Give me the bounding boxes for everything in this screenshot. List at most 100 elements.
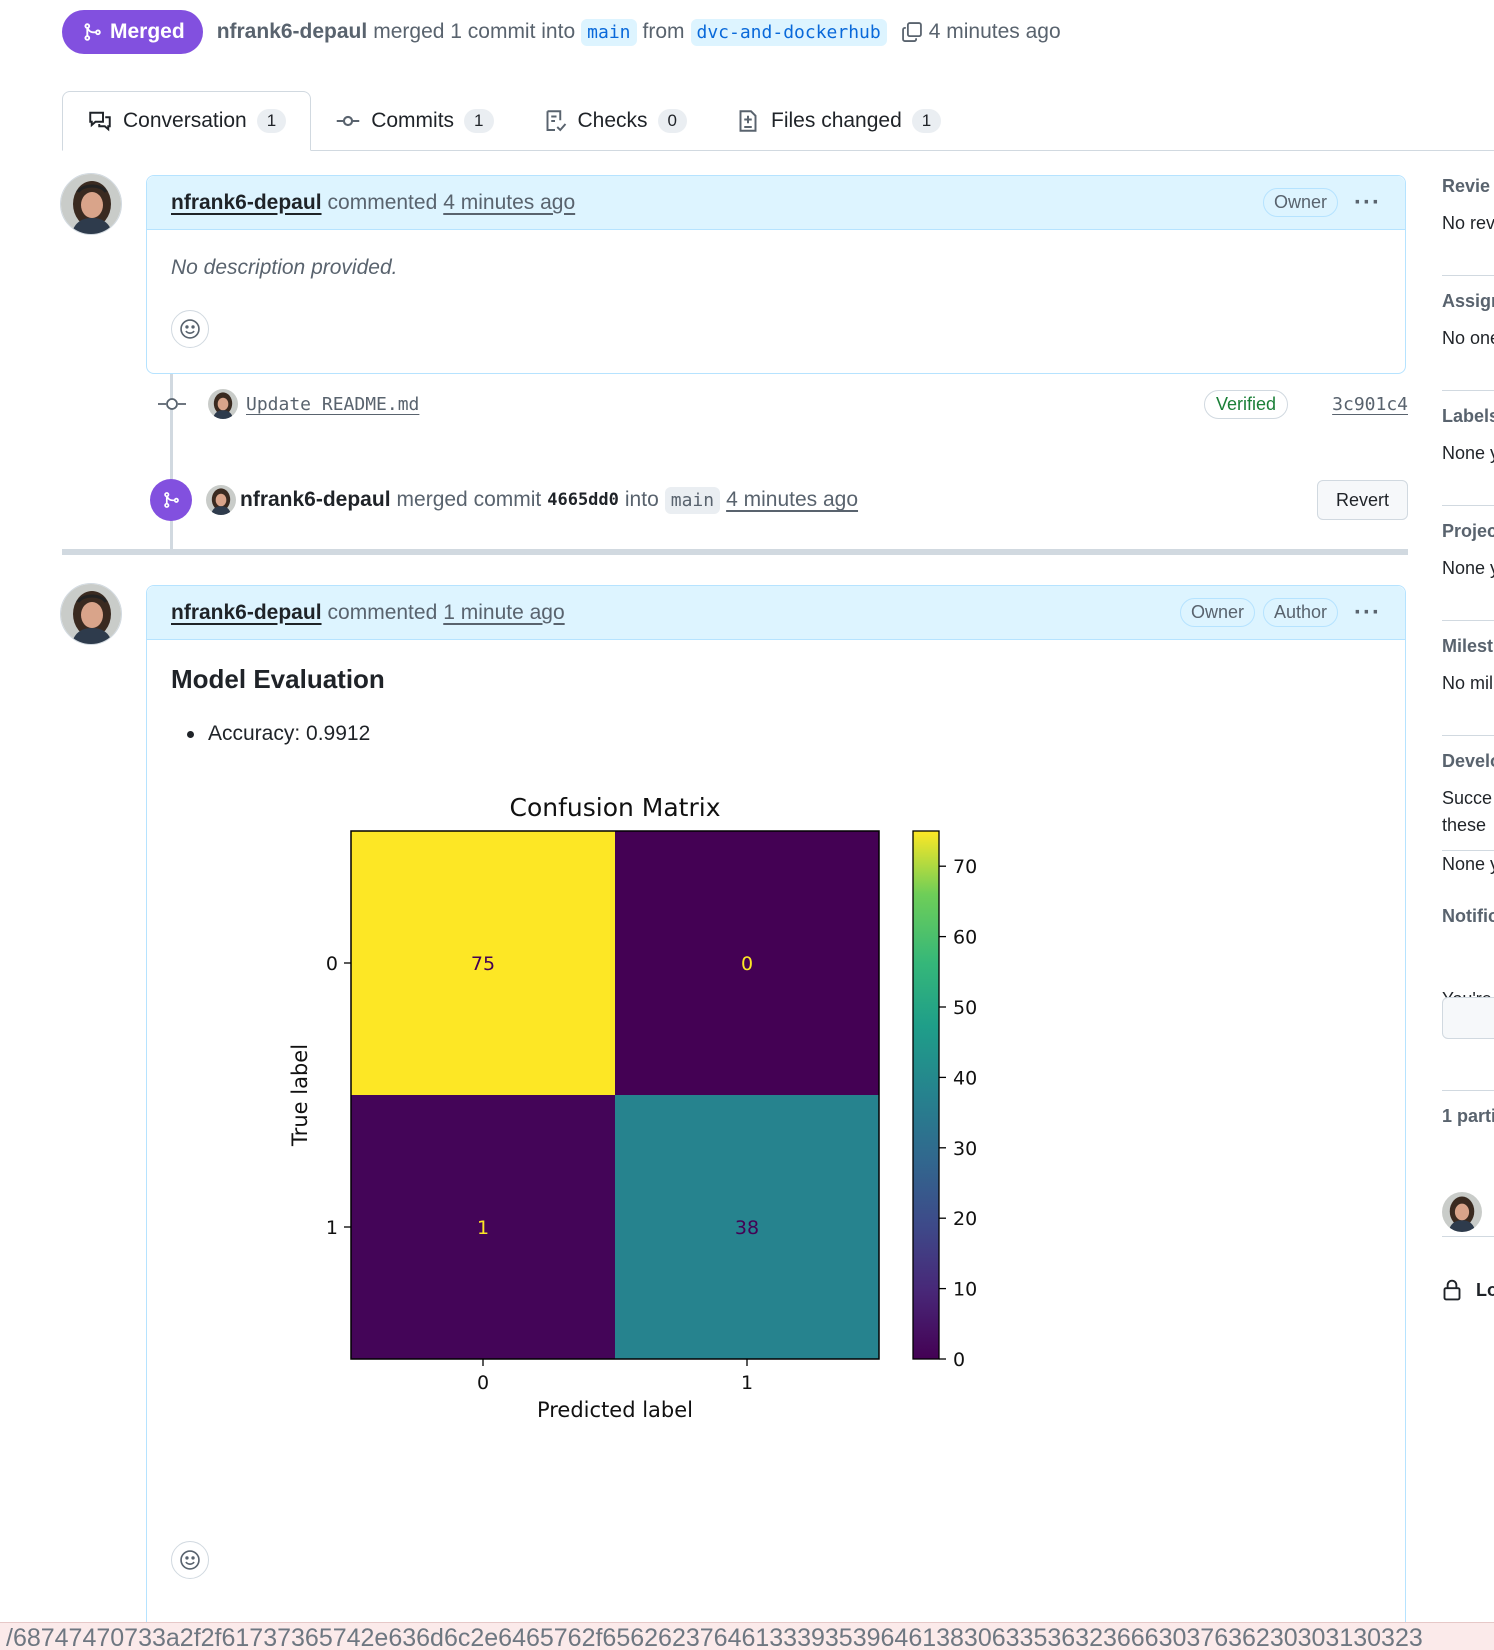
comment-header: nfrank6-depaul commented 4 minutes ago O… bbox=[147, 176, 1405, 230]
smiley-icon bbox=[180, 319, 200, 339]
sidebar-section-title[interactable]: Develo bbox=[1442, 751, 1494, 772]
sidebar-section-text: Succe bbox=[1442, 788, 1493, 808]
owner-badge: Owner bbox=[1263, 188, 1339, 217]
comment-author-link[interactable]: nfrank6-depaul bbox=[171, 601, 322, 625]
tab-commits-count: 1 bbox=[464, 108, 494, 133]
colorbar-tick-label: 60 bbox=[953, 927, 977, 949]
tab-conversation-count: 1 bbox=[256, 109, 287, 133]
sidebar-divider bbox=[1442, 735, 1494, 736]
accuracy-text: Accuracy: 0.9912 bbox=[208, 722, 371, 745]
x-tick-label: 1 bbox=[741, 1372, 753, 1394]
comment-time-link[interactable]: 1 minute ago bbox=[443, 601, 564, 625]
lock-label: Lo bbox=[1476, 1279, 1494, 1300]
cell-value-label: 1 bbox=[477, 1217, 489, 1239]
copy-icon[interactable] bbox=[901, 20, 923, 44]
checklist-icon bbox=[546, 109, 566, 131]
revert-button[interactable]: Revert bbox=[1316, 480, 1408, 520]
merge-event-badge bbox=[150, 479, 192, 521]
kebab-menu-icon[interactable]: ··· bbox=[1354, 599, 1381, 627]
pr-author-link[interactable]: nfrank6-depaul bbox=[217, 20, 368, 44]
sidebar-divider bbox=[1442, 1236, 1494, 1237]
sidebar-section[interactable]: Develo Succe these None y bbox=[1442, 751, 1494, 881]
kebab-menu-icon[interactable]: ··· bbox=[1354, 189, 1381, 217]
participant-avatar[interactable] bbox=[1442, 1192, 1482, 1232]
avatar-image bbox=[208, 389, 238, 419]
y-axis-label: True label bbox=[288, 1044, 312, 1147]
sidebar-section-title[interactable]: Assign bbox=[1442, 291, 1494, 312]
merge-commit-sha[interactable]: 4665dd0 bbox=[547, 490, 619, 510]
commit-author-avatar[interactable] bbox=[208, 389, 238, 419]
confusion-matrix-chart: Confusion Matrix75 01 380 101Predicted labe… bbox=[288, 793, 977, 1422]
tab-checks-count: 0 bbox=[657, 108, 688, 133]
commit-message-link[interactable]: Update README.md bbox=[246, 394, 419, 415]
avatar-image bbox=[61, 174, 121, 234]
add-reaction-button[interactable] bbox=[171, 1541, 209, 1579]
merge-event-text: merged commit bbox=[396, 488, 542, 511]
sidebar-section-title[interactable]: Revie bbox=[1442, 176, 1494, 197]
colorbar-tick-label: 50 bbox=[953, 997, 977, 1019]
sidebar-section-title[interactable]: Labels bbox=[1442, 406, 1494, 427]
sidebar-section-title[interactable]: Notific bbox=[1442, 906, 1494, 927]
pr-tabs: Conversation 1 Commits 1 Checks 0 Files … bbox=[62, 91, 1494, 151]
avatar-image bbox=[61, 584, 121, 644]
sidebar-section-text: None y bbox=[1442, 854, 1494, 874]
state-label: Merged bbox=[110, 20, 185, 43]
add-reaction-button[interactable] bbox=[171, 310, 209, 348]
sidebar-section[interactable]: Revie No rev bbox=[1442, 176, 1494, 240]
y-tick-label: 0 bbox=[326, 953, 338, 975]
sidebar-section[interactable]: Assign No one bbox=[1442, 291, 1494, 355]
sidebar-divider bbox=[1442, 505, 1494, 506]
colorbar-tick-label: 30 bbox=[953, 1138, 977, 1160]
sidebar-section[interactable]: Labels None y bbox=[1442, 406, 1494, 470]
merge-author-avatar[interactable] bbox=[206, 485, 236, 515]
sidebar-section-title[interactable]: Projec bbox=[1442, 521, 1494, 542]
verified-badge[interactable]: Verified bbox=[1203, 389, 1288, 419]
avatar[interactable] bbox=[60, 583, 122, 645]
sidebar: RevieNo revAssignNo oneLabelsNone yProje… bbox=[1442, 0, 1494, 1622]
sidebar-section[interactable]: Milest No mil bbox=[1442, 636, 1494, 700]
list-item: Accuracy: 0.9912 bbox=[187, 722, 370, 746]
lock-conversation-link[interactable]: Lo bbox=[1442, 1278, 1494, 1302]
tab-conversation[interactable]: Conversation 1 bbox=[62, 91, 312, 151]
bullet-dot bbox=[187, 730, 194, 738]
comment-box: nfrank6-depaul commented 1 minute ago Ow… bbox=[146, 585, 1406, 1625]
y-tick-label: 1 bbox=[326, 1217, 338, 1239]
git-commit-icon bbox=[336, 115, 360, 126]
sidebar-section-text: No one bbox=[1442, 328, 1494, 348]
tab-commits[interactable]: Commits 1 bbox=[311, 91, 517, 150]
comment-time-link[interactable]: 4 minutes ago bbox=[443, 191, 575, 215]
base-branch[interactable]: main bbox=[581, 18, 637, 46]
tab-files-changed-count: 1 bbox=[911, 108, 942, 133]
subscribe-button[interactable] bbox=[1442, 997, 1494, 1039]
cell-value-label: 0 bbox=[741, 953, 753, 975]
merge-author-link[interactable]: nfrank6-depaul bbox=[240, 488, 391, 512]
sidebar-section[interactable]: 1 parti bbox=[1442, 1106, 1494, 1143]
tab-checks[interactable]: Checks 0 bbox=[518, 91, 712, 150]
sidebar-section-title[interactable]: 1 parti bbox=[1442, 1106, 1494, 1127]
head-branch[interactable]: dvc-and-dockerhub bbox=[690, 18, 887, 46]
owner-badge: Owner bbox=[1179, 598, 1255, 627]
merge-event-time[interactable]: 4 minutes ago bbox=[726, 488, 858, 512]
merge-branch[interactable]: main bbox=[664, 486, 721, 514]
commit-sha-link[interactable]: 3c901c4 bbox=[1332, 394, 1408, 415]
colorbar-tick-label: 10 bbox=[953, 1279, 977, 1301]
cell-value-label: 75 bbox=[471, 953, 495, 975]
timeline-divider bbox=[62, 549, 1408, 555]
comment-author-link[interactable]: nfrank6-depaul bbox=[171, 191, 322, 215]
comment-verb: commented bbox=[327, 600, 438, 624]
tab-commits-label: Commits bbox=[371, 108, 455, 132]
status-url-bar: /68747470733a2f2f61737365742e636d6c2e646… bbox=[0, 1622, 1494, 1650]
sidebar-divider bbox=[1442, 275, 1494, 276]
merged-state-badge: Merged bbox=[62, 10, 203, 54]
sidebar-section-title[interactable]: Milest bbox=[1442, 636, 1494, 657]
colorbar-tick-label: 70 bbox=[953, 856, 977, 878]
comment-verb: commented bbox=[327, 190, 438, 214]
tab-conversation-label: Conversation bbox=[123, 109, 247, 132]
sidebar-divider bbox=[1442, 390, 1494, 391]
chart-title: Confusion Matrix bbox=[509, 793, 720, 822]
merge-summary-text: merged 1 commit into bbox=[373, 20, 576, 43]
avatar[interactable] bbox=[60, 173, 122, 235]
tab-files-changed[interactable]: Files changed 1 bbox=[711, 91, 965, 150]
sidebar-section[interactable]: Projec None y bbox=[1442, 521, 1494, 585]
sidebar-divider bbox=[1442, 1090, 1494, 1091]
